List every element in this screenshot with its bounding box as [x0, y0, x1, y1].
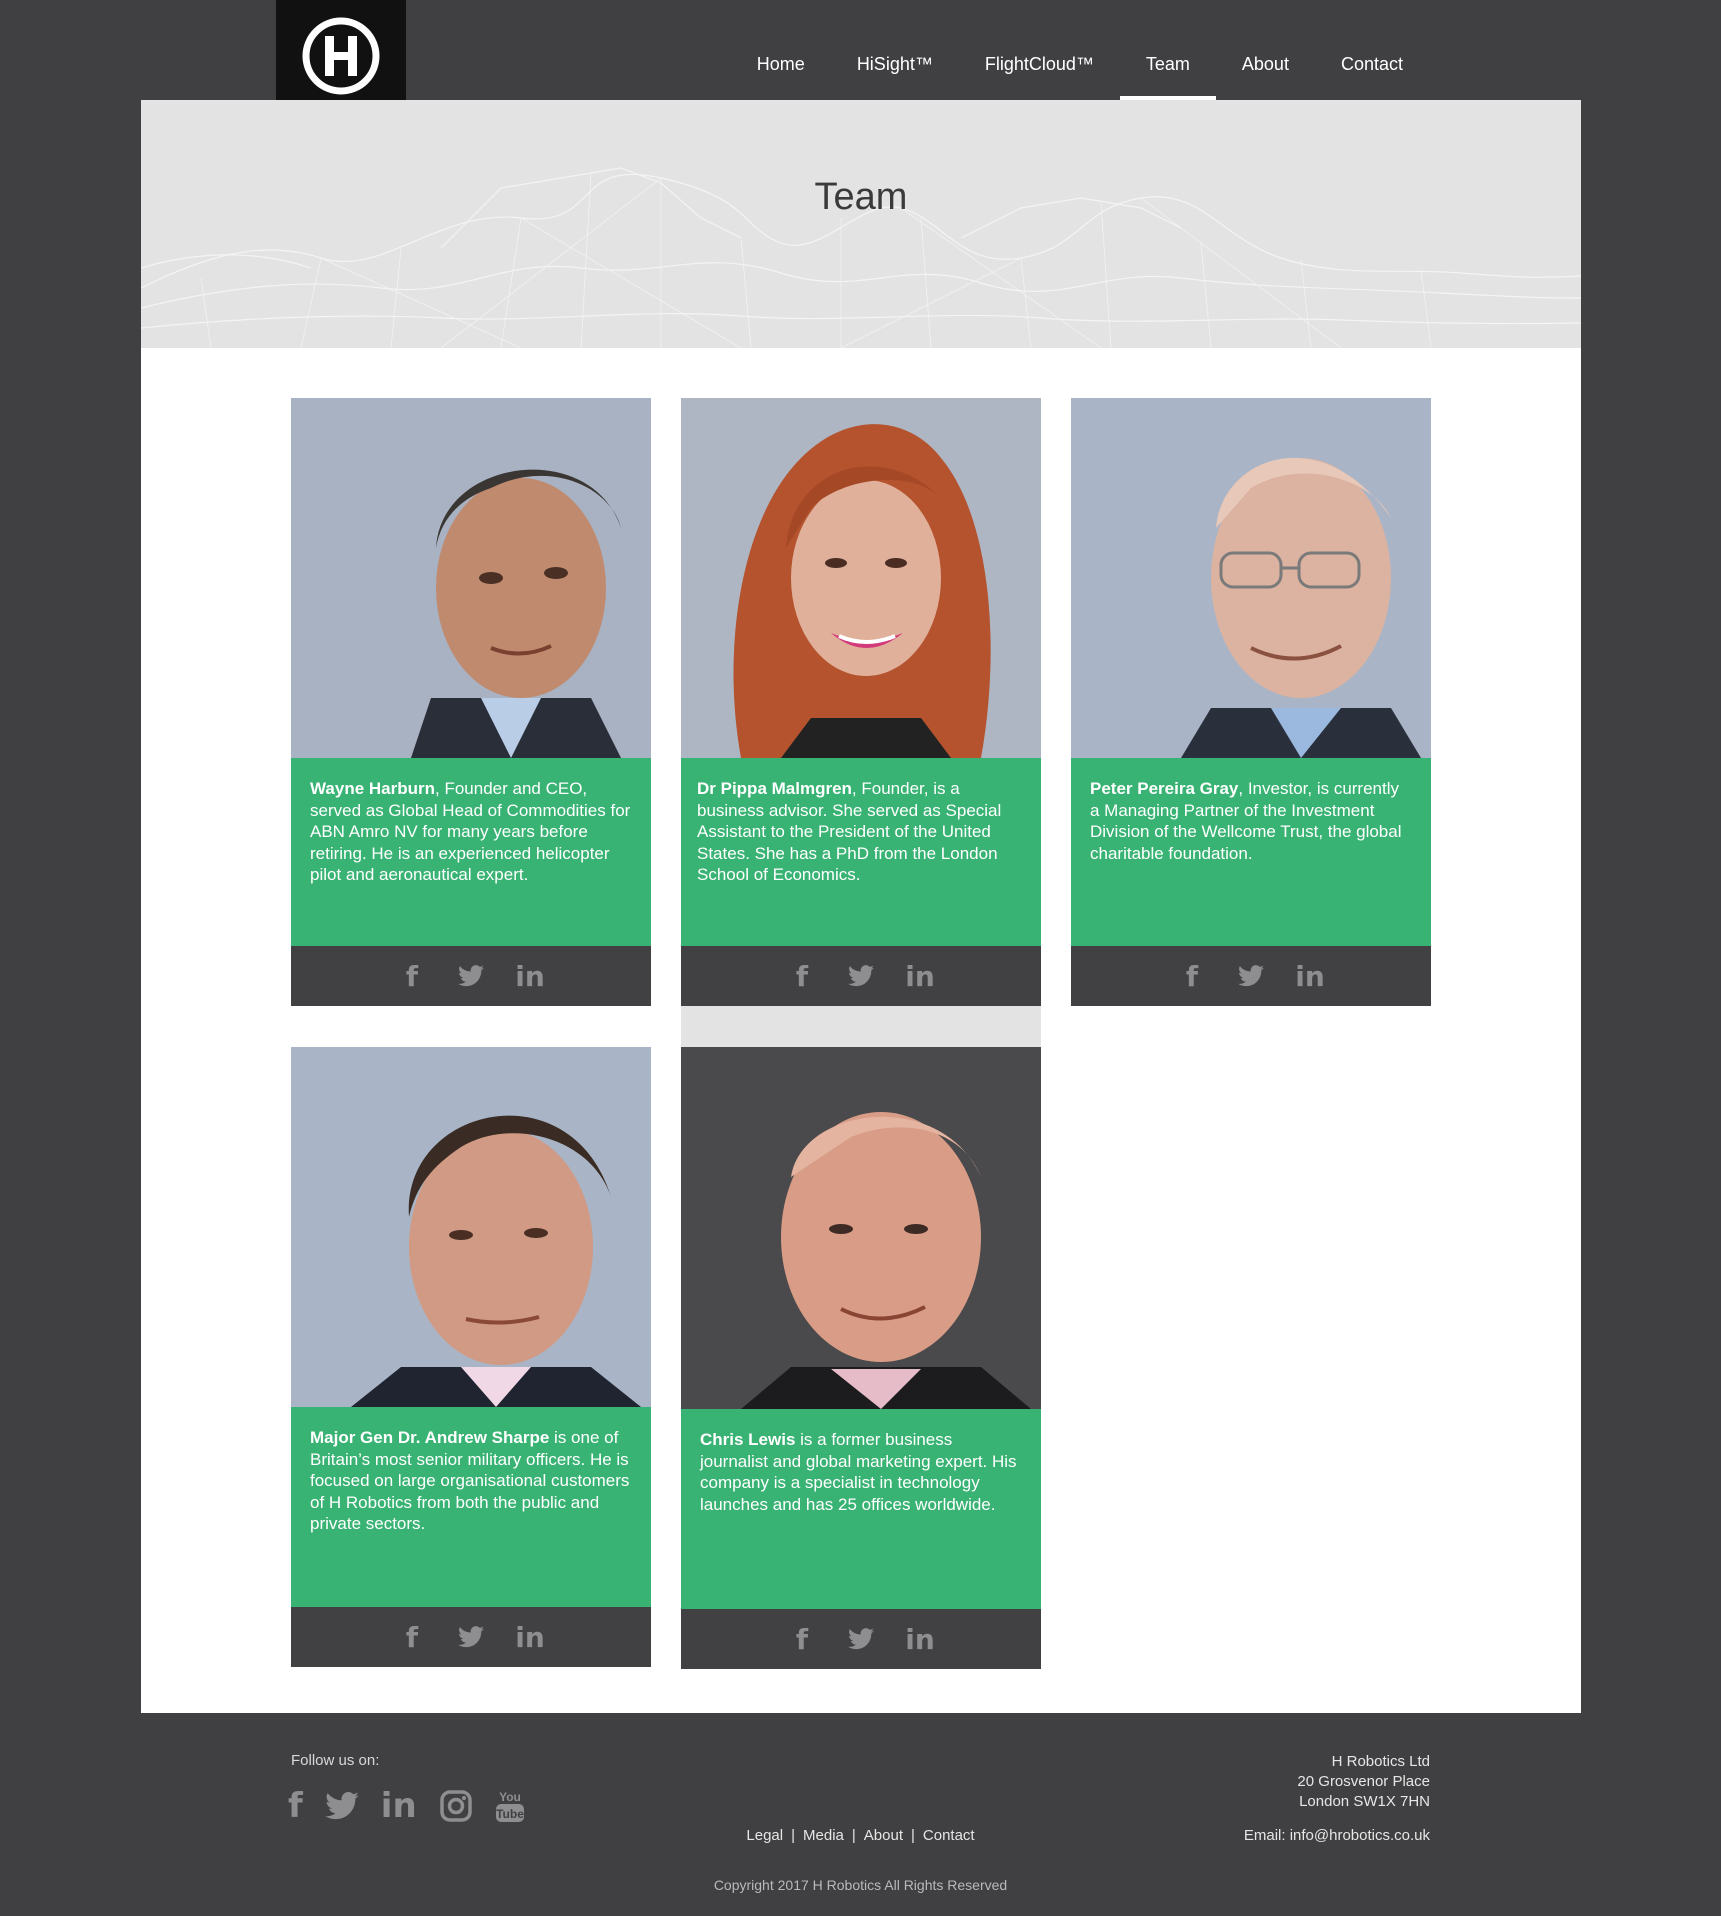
- facebook-icon[interactable]: f: [396, 1621, 428, 1654]
- social-bar: f in: [681, 1609, 1041, 1669]
- nav-about[interactable]: About: [1216, 40, 1315, 100]
- instagram-icon[interactable]: [439, 1789, 473, 1823]
- link-separator: |: [910, 1827, 915, 1844]
- facebook-icon[interactable]: f: [396, 960, 428, 993]
- linkedin-icon[interactable]: in: [381, 1786, 417, 1826]
- svg-text:You: You: [499, 1790, 521, 1804]
- facebook-icon[interactable]: f: [288, 1786, 303, 1826]
- youtube-icon[interactable]: You Tube: [495, 1788, 525, 1824]
- portrait-image: [681, 398, 1041, 758]
- twitter-icon[interactable]: [458, 1626, 484, 1648]
- facebook-icon[interactable]: f: [1176, 960, 1208, 993]
- follow-label: Follow us on:: [291, 1752, 380, 1769]
- portrait-photo: [681, 1047, 1041, 1409]
- team-card: Dr Pippa Malmgren, Founder, is a busines…: [681, 398, 1041, 1006]
- svg-text:Tube: Tube: [496, 1807, 524, 1821]
- address-line: London SW1X 7HN: [1299, 1793, 1430, 1810]
- nav-contact[interactable]: Contact: [1315, 40, 1429, 100]
- twitter-icon[interactable]: [848, 965, 874, 987]
- page-title: Team: [814, 176, 908, 218]
- twitter-icon[interactable]: [1238, 965, 1264, 987]
- portrait-image: [291, 398, 651, 758]
- linkedin-icon[interactable]: in: [514, 1621, 546, 1654]
- facebook-icon[interactable]: f: [786, 960, 818, 993]
- h-logo-icon: [302, 17, 380, 95]
- content-panel: Team Wayne Harburn, Founder and CEO, ser…: [141, 100, 1581, 1713]
- team-card: Chris Lewis is a former business journal…: [681, 1047, 1041, 1669]
- address-line: H Robotics Ltd: [1331, 1753, 1430, 1770]
- team-card: Major Gen Dr. Andrew Sharpe is one of Br…: [291, 1047, 651, 1667]
- link-separator: |: [791, 1827, 796, 1844]
- bio-text: Wayne Harburn, Founder and CEO, served a…: [291, 758, 651, 946]
- team-card: Wayne Harburn, Founder and CEO, served a…: [291, 398, 651, 1006]
- nav-team[interactable]: Team: [1119, 40, 1216, 100]
- portrait-image: [1071, 398, 1431, 758]
- twitter-icon[interactable]: [848, 1628, 874, 1650]
- member-name: Dr Pippa Malmgren: [697, 779, 852, 798]
- member-name: Wayne Harburn: [310, 779, 436, 798]
- social-bar: f in: [291, 1607, 651, 1667]
- social-bar: f in: [1071, 946, 1431, 1006]
- company-address: H Robotics Ltd 20 Grosvenor Place London…: [1297, 1752, 1430, 1812]
- footer-link-contact[interactable]: Contact: [923, 1827, 975, 1844]
- footer-link-about[interactable]: About: [864, 1827, 903, 1844]
- portrait-photo: [681, 398, 1041, 758]
- footer-social-icons: f in You Tube: [288, 1786, 525, 1826]
- twitter-icon[interactable]: [458, 965, 484, 987]
- link-separator: |: [851, 1827, 856, 1844]
- member-name: Chris Lewis: [700, 1430, 796, 1449]
- member-name: Peter Pereira Gray: [1090, 779, 1239, 798]
- nav-flightcloud[interactable]: FlightCloud™: [959, 40, 1120, 100]
- address-line: 20 Grosvenor Place: [1297, 1773, 1430, 1790]
- social-bar: f in: [681, 946, 1041, 1006]
- page-banner: Team: [141, 100, 1581, 348]
- portrait-image: [681, 1047, 1041, 1409]
- footer-link-media[interactable]: Media: [803, 1827, 844, 1844]
- portrait-photo: [291, 398, 651, 758]
- contact-email[interactable]: Email: info@hrobotics.co.uk: [1244, 1827, 1430, 1844]
- bio-text: Dr Pippa Malmgren, Founder, is a busines…: [681, 758, 1041, 946]
- nav-home[interactable]: Home: [731, 40, 831, 100]
- social-bar: f in: [291, 946, 651, 1006]
- footer-link-legal[interactable]: Legal: [746, 1827, 783, 1844]
- member-name: Major Gen Dr. Andrew Sharpe: [310, 1428, 550, 1447]
- portrait-image: [291, 1047, 651, 1407]
- linkedin-icon[interactable]: in: [514, 960, 546, 993]
- team-card: Peter Pereira Gray, Investor, is current…: [1071, 398, 1431, 1006]
- bio-text: Chris Lewis is a former business journal…: [681, 1409, 1041, 1609]
- linkedin-icon[interactable]: in: [904, 960, 936, 993]
- facebook-icon[interactable]: f: [786, 1623, 818, 1656]
- twitter-icon[interactable]: [324, 1792, 359, 1820]
- portrait-photo: [1071, 398, 1431, 758]
- bio-text: Major Gen Dr. Andrew Sharpe is one of Br…: [291, 1407, 651, 1607]
- linkedin-icon[interactable]: in: [1294, 960, 1326, 993]
- nav-hisight[interactable]: HiSight™: [831, 40, 959, 100]
- footer-links: Legal | Media | About | Contact: [0, 1827, 1721, 1844]
- bio-text: Peter Pereira Gray, Investor, is current…: [1071, 758, 1431, 946]
- portrait-photo: [291, 1047, 651, 1407]
- main-nav: Home HiSight™ FlightCloud™ Team About Co…: [731, 40, 1429, 100]
- linkedin-icon[interactable]: in: [904, 1623, 936, 1656]
- copyright: Copyright 2017 H Robotics All Rights Res…: [713, 1877, 1008, 1893]
